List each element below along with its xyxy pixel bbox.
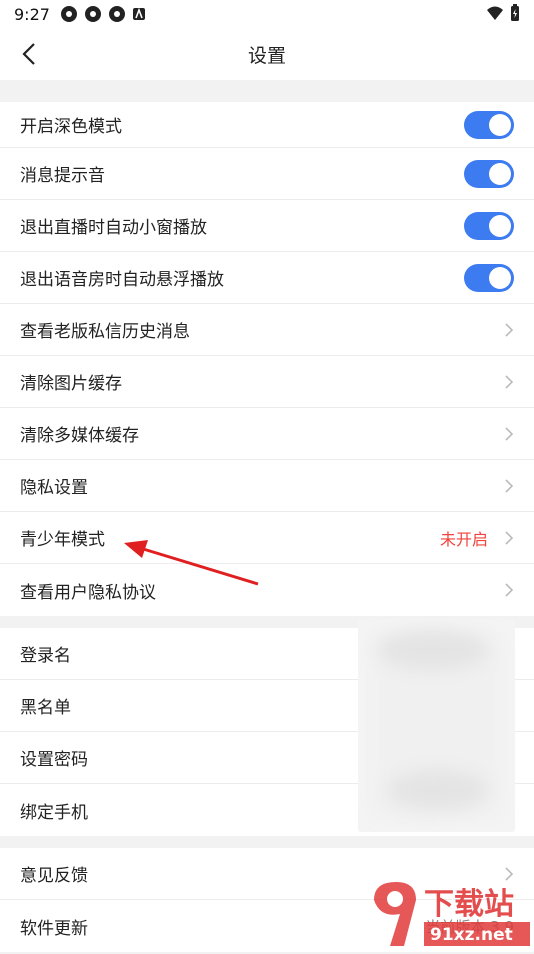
watermark-url: 91xz.net <box>430 925 513 945</box>
settings-row[interactable]: 退出直播时自动小窗播放 <box>0 200 534 252</box>
toggle-knob <box>489 214 511 237</box>
settings-row[interactable]: 消息提示音 <box>0 148 534 200</box>
chevron-right-icon <box>504 322 514 338</box>
toggle-switch[interactable] <box>464 110 514 139</box>
toggle-knob <box>489 113 511 136</box>
settings-row-label: 意见反馈 <box>20 866 88 886</box>
settings-row[interactable]: 青少年模式 未开启 <box>0 512 534 564</box>
settings-row-label: 查看老版私信历史消息 <box>20 322 190 342</box>
status-time: 9:27 <box>14 4 50 24</box>
settings-row[interactable]: 开启深色模式 <box>0 102 534 148</box>
section-divider <box>0 836 534 848</box>
nav-bar: 设置 <box>0 28 534 80</box>
toggle-switch[interactable] <box>464 263 514 292</box>
settings-row[interactable]: 查看用户隐私协议 <box>0 564 534 616</box>
settings-row-right <box>464 263 514 292</box>
settings-row-label: 退出语音房时自动悬浮播放 <box>20 270 224 290</box>
annotation-arrow-icon <box>124 540 259 586</box>
settings-group-general: 开启深色模式 消息提示音退出直播时自动小窗播放 退出语音房时自动悬浮播放 查看老版私信… <box>0 102 534 616</box>
settings-row-label: 清除图片缓存 <box>20 374 122 394</box>
toggle-switch[interactable] <box>464 211 514 240</box>
settings-row[interactable]: 退出语音房时自动悬浮播放 <box>0 252 534 304</box>
toggle-switch[interactable] <box>464 159 514 188</box>
settings-row-label: 隐私设置 <box>20 478 88 498</box>
settings-row-right <box>464 211 514 240</box>
font-notification-icon <box>132 7 145 20</box>
settings-row[interactable]: 隐私设置 <box>0 460 534 512</box>
chevron-right-icon <box>504 426 514 442</box>
chevron-right-icon <box>504 582 514 598</box>
chevron-right-icon <box>504 374 514 390</box>
toggle-knob <box>489 162 511 185</box>
watermark-title: 下载站 <box>424 887 514 922</box>
wifi-icon <box>487 6 503 20</box>
settings-row[interactable]: 查看老版私信历史消息 <box>0 304 534 356</box>
settings-row-label: 设置密码 <box>20 750 88 770</box>
settings-row-label: 登录名 <box>20 646 71 666</box>
settings-row-label: 开启深色模式 <box>20 117 122 137</box>
watermark-logo: 下载站 91xz.net <box>364 870 534 950</box>
chevron-right-icon <box>504 530 514 546</box>
settings-row[interactable]: 清除多媒体缓存 <box>0 408 534 460</box>
settings-row-label: 黑名单 <box>20 698 71 718</box>
page-title: 设置 <box>247 44 286 67</box>
settings-row-right <box>504 478 514 494</box>
status-bar: 9:27 <box>0 0 534 28</box>
settings-row-label: 青少年模式 <box>20 530 105 550</box>
settings-row-right <box>504 322 514 338</box>
app-notification-icon <box>84 6 101 22</box>
settings-row-right: 未开启 <box>440 526 514 550</box>
settings-row-label: 消息提示音 <box>20 166 105 186</box>
settings-row-right <box>504 374 514 390</box>
toggle-knob <box>489 266 511 289</box>
chevron-left-icon <box>22 43 35 65</box>
chevron-right-icon <box>504 478 514 494</box>
notification-icons <box>60 5 146 23</box>
section-divider <box>0 80 534 102</box>
status-text: 未开启 <box>439 529 488 549</box>
app-notification-icon <box>108 6 125 22</box>
settings-row-right <box>504 582 514 598</box>
settings-row-right <box>504 426 514 442</box>
settings-row-label: 绑定手机 <box>20 802 88 823</box>
system-icons <box>486 4 520 22</box>
settings-row-label: 清除多媒体缓存 <box>20 426 139 446</box>
settings-row-label: 退出直播时自动小窗播放 <box>20 218 207 238</box>
settings-row-label: 软件更新 <box>20 918 88 939</box>
app-notification-icon <box>60 6 77 22</box>
blurred-account-info <box>358 620 515 832</box>
battery-icon <box>511 4 519 21</box>
settings-row[interactable]: 清除图片缓存 <box>0 356 534 408</box>
back-button[interactable] <box>14 38 44 70</box>
settings-row-right <box>464 159 514 188</box>
settings-row-right <box>464 110 514 139</box>
